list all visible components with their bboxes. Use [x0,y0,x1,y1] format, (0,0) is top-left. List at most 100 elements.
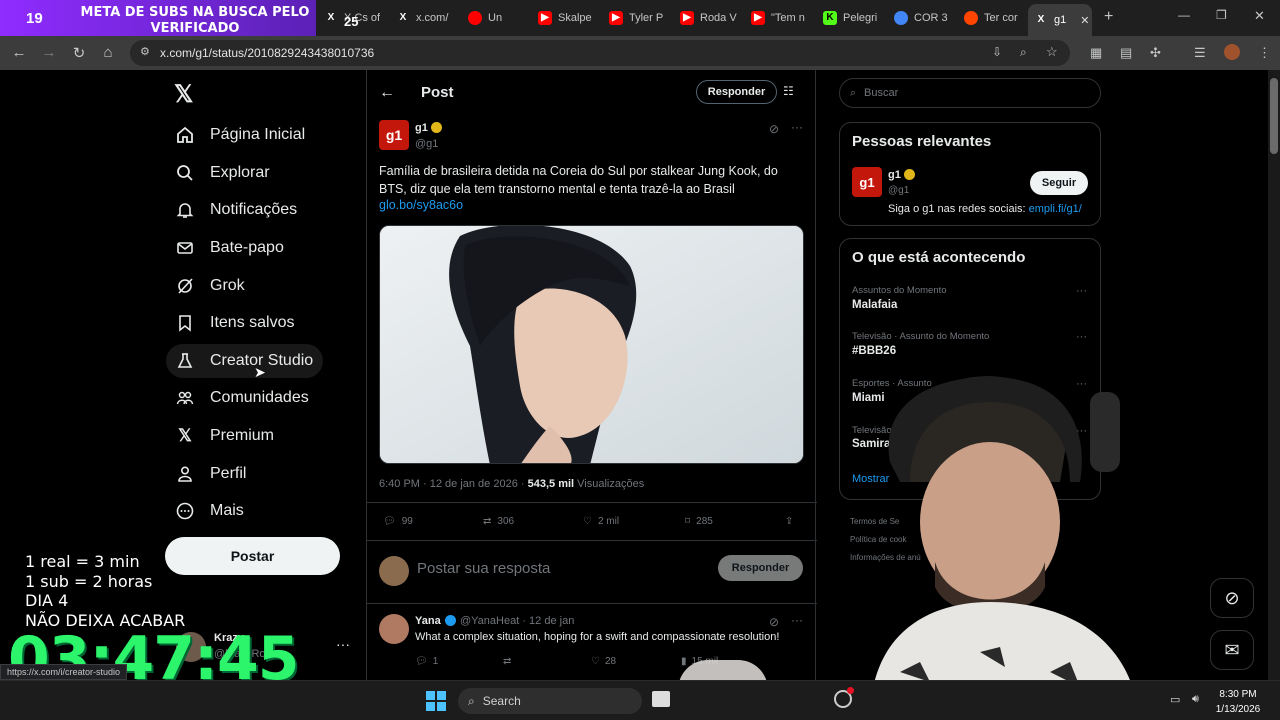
more-icon[interactable]: ··· [791,613,803,627]
verified-badge-icon [904,169,915,180]
extensions-puzzle-icon[interactable]: ✣ [1150,45,1161,61]
browser-tab[interactable]: Un [462,6,524,30]
browser-tab[interactable]: ▶ Roda V [674,6,738,30]
search-input[interactable]: ⌕ Buscar [839,78,1101,108]
extension-icon[interactable]: ▤ [1120,45,1132,61]
reply-action[interactable]: 💬︎ 99 [383,516,413,527]
more-icon[interactable]: ··· [791,120,803,134]
sidebar-item-home[interactable]: Página Inicial [166,118,315,152]
taskbar-search[interactable]: ⌕ Search [458,688,642,714]
person-name[interactable]: g1 [888,169,901,181]
messages-float-button[interactable]: ✉ [1210,630,1254,670]
close-window-icon[interactable]: ✕ [1254,8,1265,24]
x-logo[interactable]: 𝕏 [174,80,193,109]
address-bar[interactable]: ⚙ x.com/g1/status/2010829243438010736 ⇩ … [130,40,1070,66]
post-link[interactable]: glo.bo/sy8ac6o [379,198,463,212]
heart-icon: ♡ [591,656,600,667]
minimize-icon[interactable]: — [1178,8,1190,22]
grok-float-button[interactable]: ⊘ [1210,578,1254,618]
person-handle[interactable]: @g1 [888,185,909,196]
repost-action[interactable]: ⇄ [503,656,511,667]
browser-menu-icon[interactable]: ⋮ [1258,45,1271,61]
author-handle[interactable]: @g1 [415,138,438,150]
zoom-icon[interactable]: ⌕ [1020,45,1027,60]
repost-action[interactable]: ⇄ 306 [483,516,514,527]
bio-link[interactable]: empli.fi/g1/ [1029,203,1082,215]
restore-icon[interactable]: ❐ [1216,8,1227,22]
sidebar-item-explore[interactable]: Explorar [166,156,280,190]
share-action[interactable]: ⇪ [785,516,793,527]
reply-header-button[interactable]: Responder [696,80,777,104]
more-icon[interactable]: ··· [336,636,350,652]
sidebar-item-grok[interactable]: Grok [166,269,255,303]
sidebar-item-bookmarks[interactable]: Itens salvos [166,306,304,340]
sidebar-item-notifications[interactable]: Notificações [166,193,307,227]
bookmark-action[interactable]: ⌑ 285 [685,516,713,527]
reading-list-icon[interactable]: ☰ [1194,45,1206,61]
sidebar-item-more[interactable]: Mais [166,494,254,528]
comment-author-handle[interactable]: @YanaHeat · 12 de jan [460,615,574,627]
browser-tab[interactable]: K Pelegri [817,6,883,30]
url-text[interactable]: x.com/g1/status/2010829243438010736 [160,46,374,60]
post-button[interactable]: Postar [165,537,340,575]
sidebar-item-creator-studio[interactable]: Creator Studio [166,344,324,378]
sliders-icon[interactable]: ☷ [783,84,794,98]
reload-icon[interactable]: ↻ [70,44,88,62]
grok-icon: ⊘ [1224,587,1240,608]
windows-start-icon[interactable] [426,691,446,711]
volume-icon[interactable]: 🔊︎ [1192,693,1199,706]
follow-button[interactable]: Seguir [1030,171,1088,195]
bookmark-star-icon[interactable]: ☆ [1046,44,1058,60]
back-icon[interactable]: ← [10,44,28,61]
browser-tab[interactable]: ▶ Tyler P [603,6,667,30]
network-icon[interactable]: ▭ [1170,693,1180,706]
site-info-icon[interactable]: ⚙ [140,45,150,58]
avatar[interactable]: g1 [852,167,882,197]
taskbar-clock[interactable]: 8:30 PM 1/13/2026 [1208,687,1268,717]
home-icon[interactable]: ⌂ [99,44,117,61]
author-name[interactable]: g1 [415,122,428,134]
reply-input[interactable]: Postar sua resposta [417,560,550,577]
back-arrow-icon[interactable]: ← [379,84,395,102]
task-view-icon[interactable] [652,691,670,707]
browser-tab[interactable]: Xx.com/ [390,6,452,30]
install-icon[interactable]: ⇩ [992,45,1002,59]
new-tab-button[interactable]: + [1104,8,1113,26]
sidebar-item-profile[interactable]: Perfil [166,457,256,491]
like-action[interactable]: ♡ 28 [591,656,616,667]
trend-name[interactable]: Malafaia [852,299,897,311]
post-image[interactable] [379,225,804,464]
browser-tab[interactable]: ▶ "Tem n [745,6,811,30]
grok-icon[interactable]: ⊘ [769,122,779,136]
more-icon[interactable]: ··· [1076,285,1087,297]
sidebar-item-premium[interactable]: 𝕏 Premium [166,419,284,453]
scrollbar-thumb[interactable] [1270,78,1278,154]
browser-tab[interactable]: COR 3 [888,6,954,30]
post-text: Família de brasileira detida na Coreia d… [379,164,778,196]
like-action[interactable]: ♡ 2 mil [583,516,619,527]
comment-author-name[interactable]: Yana [415,615,441,627]
author-avatar[interactable]: g1 [379,120,409,150]
profile-avatar[interactable] [1224,44,1240,60]
sidebar-item-communities[interactable]: Comunidades [166,381,319,415]
grok-icon[interactable]: ⊘ [769,615,779,629]
extension-icon[interactable]: ▦ [1090,45,1102,61]
flask-icon [176,352,194,370]
avatar[interactable] [379,614,409,644]
browser-tab[interactable]: ▶ Skalpe [532,6,594,30]
reply-submit-button[interactable]: Responder [718,555,803,581]
browser-tab[interactable]: Ter cor [958,6,1024,30]
forward-icon[interactable]: → [40,44,58,61]
scrollbar[interactable] [1268,70,1280,680]
browser-tab-active[interactable]: Xg1 ✕ [1028,4,1092,36]
reply-action[interactable]: 💬︎ 1 [415,656,438,667]
trend-name[interactable]: #BBB26 [852,345,896,357]
sidebar-item-messages[interactable]: Bate-papo [166,231,294,265]
youtube-favicon-icon: ▶ [609,11,623,25]
post-column: ← Post Responder ☷ g1 g1 @g1 ⊘ ··· Famíl… [366,70,817,680]
close-tab-icon[interactable]: ✕ [1080,14,1089,27]
search-icon [176,164,194,182]
card-title: Pessoas relevantes [852,133,992,150]
post-time[interactable]: 6:40 PM · 12 de jan de 2026 · [379,478,528,490]
more-icon[interactable]: ··· [1076,331,1087,343]
